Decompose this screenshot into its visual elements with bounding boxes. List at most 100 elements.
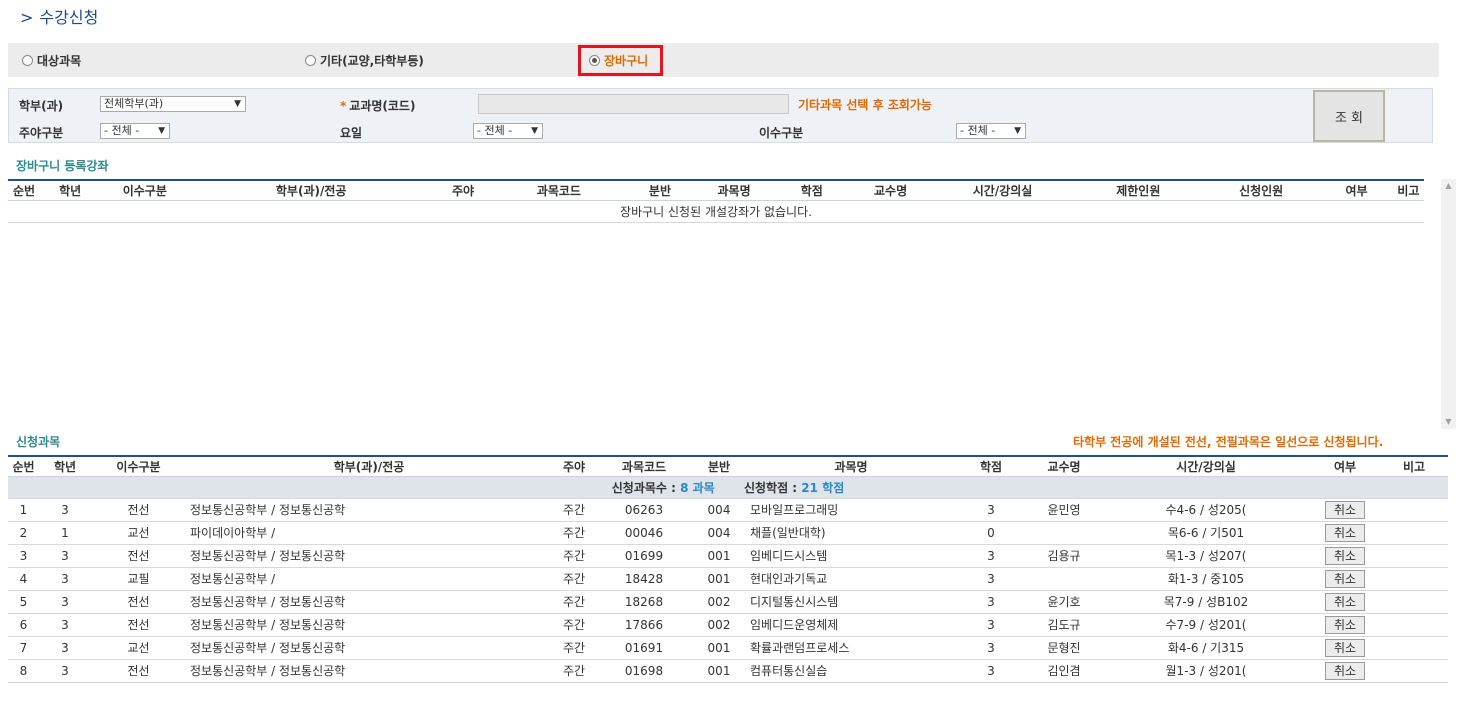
row-course-code: 06263 — [596, 498, 692, 522]
row-course-type: 교선 — [91, 521, 186, 545]
cancel-button[interactable]: 취소 — [1325, 661, 1365, 680]
dropdown-arrow-icon: ▼ — [1014, 126, 1021, 136]
row-number: 5 — [8, 590, 39, 614]
row-credit: 3 — [956, 567, 1026, 591]
cancel-button[interactable]: 취소 — [1325, 546, 1365, 565]
scroll-up-arrow-icon[interactable]: ▲ — [1441, 179, 1456, 193]
row-professor: 윤민영 — [1026, 498, 1102, 522]
radio-button-icon[interactable] — [22, 54, 33, 66]
enroll-column-header: 학부(과)/전공 — [186, 455, 552, 477]
cancel-button[interactable]: 취소 — [1325, 500, 1365, 519]
cancel-button[interactable]: 취소 — [1325, 592, 1365, 611]
row-course-name: 현대인과기독교 — [746, 567, 956, 591]
row-course-type: 전선 — [91, 590, 186, 614]
radio-label: 기타(교양,타학부등) — [320, 53, 424, 68]
basket-column-header: 과목명 — [695, 179, 773, 201]
enroll-notice: 타학부 전공에 개설된 전선, 전필과목은 일선으로 신청됩니다. — [1073, 435, 1384, 449]
basket-column-header: 여부 — [1320, 179, 1393, 201]
radio-button-checked-icon[interactable] — [589, 55, 600, 66]
row-credit: 3 — [956, 544, 1026, 568]
radio-label: 장바구니 — [604, 54, 649, 68]
row-professor — [1026, 521, 1102, 545]
row-day-night: 주간 — [552, 613, 596, 637]
table-row: 8 3 전선 정보통신공학부 / 정보통신공학 주간 01698 001 컴퓨터통신실습 3 김인… — [8, 659, 1448, 683]
radio-basket[interactable]: 장바구니 — [578, 45, 664, 76]
row-grade: 3 — [39, 544, 91, 568]
row-grade: 3 — [39, 567, 91, 591]
row-section: 001 — [692, 567, 746, 591]
enroll-column-header: 학점 — [956, 455, 1026, 477]
enroll-column-header: 이수구분 — [91, 455, 186, 477]
row-department: 정보통신공학부 / 정보통신공학 — [186, 544, 552, 568]
type-select[interactable]: - 전체 - ▼ — [956, 123, 1026, 139]
row-remark — [1380, 567, 1448, 591]
row-time-room: 수7-9 / 성201( — [1102, 613, 1310, 637]
row-action-cell: 취소 — [1310, 498, 1380, 522]
row-number: 8 — [8, 659, 39, 683]
radio-other-courses[interactable]: 기타(교양,타학부등) — [305, 43, 424, 77]
search-filter-panel: 학부(과) 전체학부(과) ▼ * 교과명(코드) 기타과목 선택 후 조회가능 … — [8, 88, 1433, 143]
row-time-room: 화1-3 / 중105 — [1102, 567, 1310, 591]
row-grade: 3 — [39, 590, 91, 614]
basket-column-header: 순번 — [8, 179, 41, 201]
page-title: > 수강신청 — [20, 4, 98, 28]
enroll-section-title: 신청과목 — [16, 435, 61, 449]
row-credit: 3 — [956, 498, 1026, 522]
row-grade: 3 — [39, 613, 91, 637]
table-row: 6 3 전선 정보통신공학부 / 정보통신공학 주간 17866 002 임베디드운영체제 3 김… — [8, 613, 1448, 637]
basket-column-header: 주야 — [432, 179, 494, 201]
scroll-down-arrow-icon[interactable]: ▼ — [1441, 415, 1456, 429]
cancel-button[interactable]: 취소 — [1325, 638, 1365, 657]
credit-total-value: 21 학점 — [801, 480, 845, 495]
basket-section-title: 장바구니 등록강좌 — [16, 159, 109, 173]
row-section: 001 — [692, 659, 746, 683]
row-remark — [1380, 498, 1448, 522]
row-day-night: 주간 — [552, 567, 596, 591]
row-grade: 3 — [39, 636, 91, 660]
basket-scrollbar[interactable]: ▲ ▼ — [1441, 179, 1456, 429]
row-action-cell: 취소 — [1310, 567, 1380, 591]
row-day-night: 주간 — [552, 636, 596, 660]
enroll-column-header: 학년 — [39, 455, 91, 477]
cancel-button[interactable]: 취소 — [1325, 569, 1365, 588]
course-name-input[interactable] — [478, 94, 789, 114]
type-select-value: - 전체 - — [960, 124, 996, 137]
dropdown-arrow-icon: ▼ — [531, 126, 538, 136]
row-credit: 3 — [956, 636, 1026, 660]
enroll-column-header: 순번 — [8, 455, 39, 477]
row-action-cell: 취소 — [1310, 544, 1380, 568]
table-row: 2 1 교선 파이데이아학부 / 주간 00046 004 채플(일반대학) 0 목6-6 / 기… — [8, 521, 1448, 545]
row-professor: 김인겸 — [1026, 659, 1102, 683]
row-credit: 3 — [956, 590, 1026, 614]
daynight-label: 주야구분 — [19, 126, 64, 140]
row-time-room: 목1-3 / 성207( — [1102, 544, 1310, 568]
enroll-column-header: 시간/강의실 — [1102, 455, 1310, 477]
course-source-radio-bar: 대상과목 기타(교양,타학부등) 장바구니 — [8, 43, 1439, 77]
row-course-type: 전선 — [91, 544, 186, 568]
basket-header-row: 순번 학년 이수구분 학부(과)/전공 주야 과목코드 분반 과목명 학점 교수명 시간/강의실 제한… — [8, 179, 1424, 201]
row-professor: 윤기호 — [1026, 590, 1102, 614]
enroll-column-header: 분반 — [692, 455, 746, 477]
table-row: 4 3 교필 정보통신공학부 / 주간 18428 001 현대인과기독교 3 화1-3 / 중1… — [8, 567, 1448, 591]
row-day-night: 주간 — [552, 659, 596, 683]
row-remark — [1380, 590, 1448, 614]
page-title-text: 수강신청 — [39, 8, 99, 27]
cancel-button[interactable]: 취소 — [1325, 523, 1365, 542]
row-course-code: 00046 — [596, 521, 692, 545]
cancel-button[interactable]: 취소 — [1325, 615, 1365, 634]
enroll-header-row: 순번 학년 이수구분 학부(과)/전공 주야 과목코드 분반 과목명 학점 교수명 시간/강의실 여부… — [8, 455, 1448, 477]
basket-column-header: 제한인원 — [1074, 179, 1203, 201]
search-button[interactable]: 조 회 — [1313, 90, 1385, 142]
row-course-name: 임베디드시스템 — [746, 544, 956, 568]
radio-button-icon[interactable] — [305, 54, 316, 66]
day-select[interactable]: - 전체 - ▼ — [473, 123, 543, 139]
row-day-night: 주간 — [552, 544, 596, 568]
radio-target-courses[interactable]: 대상과목 — [22, 43, 81, 77]
row-course-code: 01699 — [596, 544, 692, 568]
daynight-select[interactable]: - 전체 - ▼ — [100, 123, 170, 139]
row-day-night: 주간 — [552, 590, 596, 614]
row-grade: 3 — [39, 498, 91, 522]
dept-select[interactable]: 전체학부(과) ▼ — [100, 96, 246, 112]
row-course-code: 01698 — [596, 659, 692, 683]
row-course-type: 전선 — [91, 498, 186, 522]
